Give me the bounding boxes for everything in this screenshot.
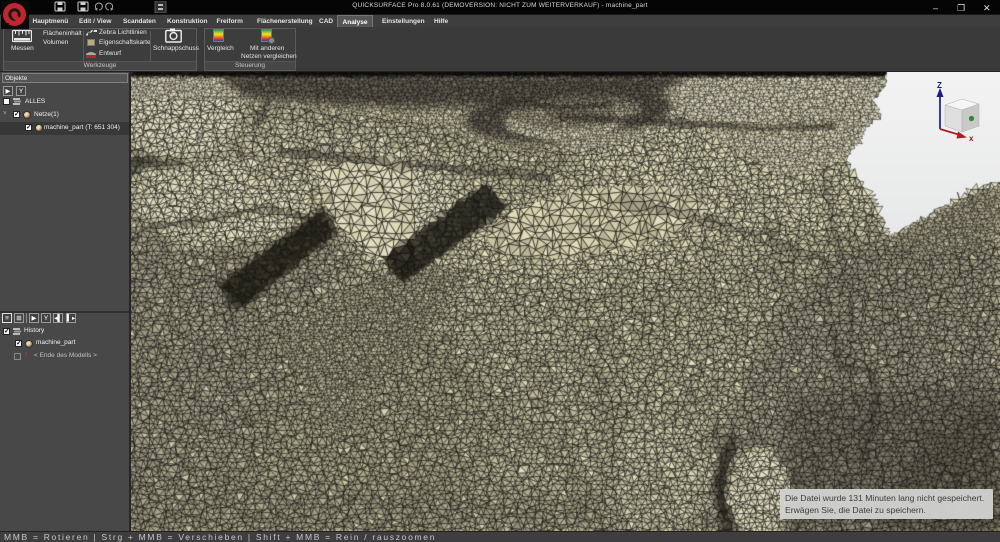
svg-text:x: x bbox=[969, 134, 974, 142]
svg-text:Z: Z bbox=[937, 81, 942, 90]
